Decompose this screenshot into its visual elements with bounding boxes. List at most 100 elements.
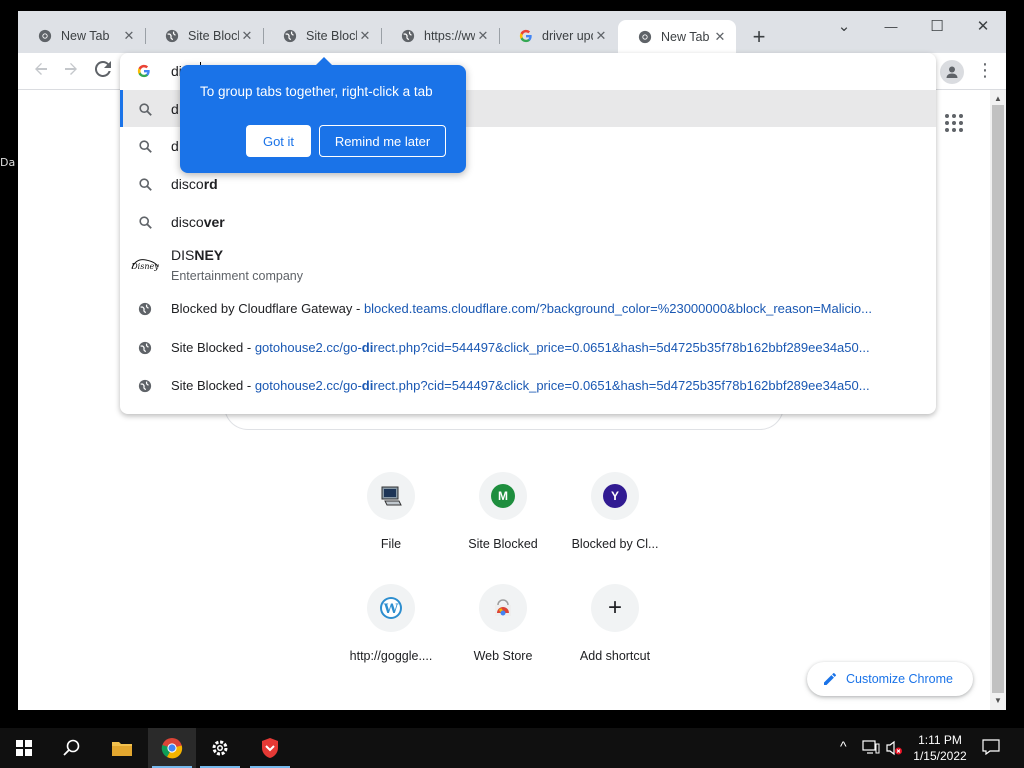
- add-shortcut-button[interactable]: + Add shortcut: [559, 584, 671, 696]
- shortcut-label: http://goggle....: [349, 649, 433, 663]
- search-icon: [137, 214, 153, 230]
- close-icon[interactable]: ✕: [475, 28, 491, 44]
- google-icon: [518, 28, 534, 44]
- close-icon[interactable]: ✕: [593, 28, 609, 44]
- back-button[interactable]: [29, 59, 53, 83]
- shortcut-file[interactable]: File: [335, 472, 447, 584]
- shortcut-label: Web Store: [473, 649, 533, 663]
- chrome-taskbar-button[interactable]: [148, 728, 196, 768]
- apps-grid-icon[interactable]: [945, 114, 963, 132]
- svg-text:Disney: Disney: [130, 262, 159, 271]
- tab-search-button[interactable]: ⌄: [829, 15, 859, 39]
- maximize-button[interactable]: ☐: [922, 15, 952, 39]
- vertical-scrollbar[interactable]: ▲ ▼: [990, 90, 1006, 710]
- chrome-icon: [37, 28, 53, 44]
- arrow-left-icon: [35, 63, 47, 75]
- close-icon[interactable]: ✕: [121, 28, 137, 44]
- close-icon[interactable]: ✕: [239, 28, 255, 44]
- tab-site-blocked-1[interactable]: Site Blocked ✕: [145, 20, 264, 52]
- clock-time: 1:11 PM: [918, 733, 962, 747]
- suggestion-row-history[interactable]: Blocked by Cloudflare Gateway - blocked.…: [120, 289, 936, 328]
- shortcut-label: File: [380, 537, 402, 551]
- taskbar-clock[interactable]: 1:11 PM 1/15/2022: [908, 732, 972, 764]
- windows-taskbar: ^ 1:11 PM 1/15/2022: [0, 728, 1024, 768]
- scroll-down-arrow-icon[interactable]: ▼: [994, 696, 1002, 705]
- plus-icon: +: [607, 594, 622, 621]
- volume-muted-icon[interactable]: [885, 740, 903, 759]
- globe-icon: [282, 28, 298, 44]
- folder-icon: [112, 742, 132, 756]
- settings-taskbar-button[interactable]: [196, 728, 244, 768]
- globe-icon: [137, 378, 153, 394]
- globe-icon: [137, 301, 153, 317]
- close-window-button[interactable]: ✕: [968, 15, 998, 39]
- chrome-menu-button[interactable]: ⋮: [976, 59, 994, 83]
- tab-title: New Tab: [61, 29, 110, 43]
- search-icon: [63, 739, 80, 756]
- tab-strip: New Tab ✕ Site Blocked ✕ Site Blocked ✕ …: [18, 11, 1006, 53]
- tab-driver-updates[interactable]: driver updates ✕: [499, 20, 617, 52]
- scroll-up-arrow-icon[interactable]: ▲: [994, 94, 1002, 103]
- arrow-right-icon: [65, 63, 77, 75]
- shortcut-blocked-by-cloudflare[interactable]: Y Blocked by Cl...: [559, 472, 671, 584]
- settings-gear-icon: [212, 740, 228, 756]
- suggestion-row[interactable]: discover: [120, 203, 936, 241]
- tip-message: To group tabs together, right-click a ta…: [200, 84, 433, 99]
- desktop-icon-label[interactable]: Da: [0, 156, 15, 169]
- reload-button[interactable]: [91, 59, 115, 83]
- tab-site-blocked-2[interactable]: Site Blocked ✕: [263, 20, 382, 52]
- chrome-window: New Tab ✕ Site Blocked ✕ Site Blocked ✕ …: [18, 11, 1006, 710]
- person-icon: [946, 66, 958, 78]
- globe-icon: [164, 28, 180, 44]
- file-explorer-button[interactable]: [98, 728, 146, 768]
- notifications-icon[interactable]: [982, 739, 1000, 758]
- disney-logo-icon: Disney: [130, 256, 160, 272]
- wordpress-icon: W: [380, 597, 402, 619]
- scrollbar-thumb[interactable]: [992, 105, 1004, 693]
- suggestion-row-entity[interactable]: Disney DISNEY Entertainment company: [120, 241, 936, 289]
- suggestion-row-history[interactable]: Site Blocked - gotohouse2.cc/go-direct.p…: [120, 328, 936, 366]
- remind-me-later-button[interactable]: Remind me later: [319, 125, 446, 157]
- shield-icon: [262, 738, 278, 758]
- tab-title: driver updates: [542, 29, 593, 43]
- clock-date: 1/15/2022: [913, 749, 967, 763]
- taskbar-search-button[interactable]: [48, 728, 96, 768]
- globe-icon: [137, 340, 153, 356]
- tab-groups-tip-bubble: To group tabs together, right-click a ta…: [180, 57, 466, 173]
- close-icon[interactable]: ✕: [712, 29, 728, 45]
- customize-chrome-button[interactable]: Customize Chrome: [807, 662, 973, 696]
- shortcut-label: Blocked by Cl...: [571, 537, 659, 551]
- chrome-icon: [637, 29, 653, 45]
- tab-title: https://www: [424, 29, 475, 43]
- security-app-taskbar-button[interactable]: [246, 728, 294, 768]
- tab-title: New Tab: [661, 29, 710, 44]
- customize-label: Customize Chrome: [846, 672, 953, 686]
- tab-url[interactable]: https://www ✕: [381, 20, 500, 52]
- search-icon: [137, 138, 153, 154]
- forward-button[interactable]: [59, 59, 83, 83]
- suggestion-row-history[interactable]: Site Blocked - gotohouse2.cc/go-direct.p…: [120, 366, 936, 404]
- shortcut-site-blocked[interactable]: M Site Blocked: [447, 472, 559, 584]
- webstore-icon: [495, 599, 511, 616]
- globe-icon: [400, 28, 416, 44]
- pencil-icon: [824, 672, 837, 685]
- tab-new-tab-1[interactable]: New Tab ✕: [18, 20, 146, 52]
- tab-new-tab-active[interactable]: New Tab ✕: [618, 20, 736, 53]
- windows-logo-icon: [16, 740, 32, 756]
- profile-button[interactable]: [940, 60, 964, 84]
- tab-title: Site Blocked: [188, 29, 239, 43]
- tab-title: Site Blocked: [306, 29, 357, 43]
- got-it-button[interactable]: Got it: [246, 125, 311, 157]
- close-icon[interactable]: ✕: [357, 28, 373, 44]
- shortcut-web-store[interactable]: Web Store: [447, 584, 559, 696]
- network-icon[interactable]: [862, 740, 880, 759]
- google-icon: [137, 64, 151, 83]
- new-tab-button[interactable]: +: [746, 25, 772, 51]
- shortcut-goggle[interactable]: W http://goggle....: [335, 584, 447, 696]
- minimize-button[interactable]: —: [876, 15, 906, 39]
- shortcut-label: Site Blocked: [468, 537, 538, 551]
- show-hidden-icons-button[interactable]: ^: [840, 738, 847, 754]
- start-button[interactable]: [0, 728, 48, 768]
- shortcut-label: Add shortcut: [579, 649, 651, 663]
- search-icon: [137, 176, 153, 192]
